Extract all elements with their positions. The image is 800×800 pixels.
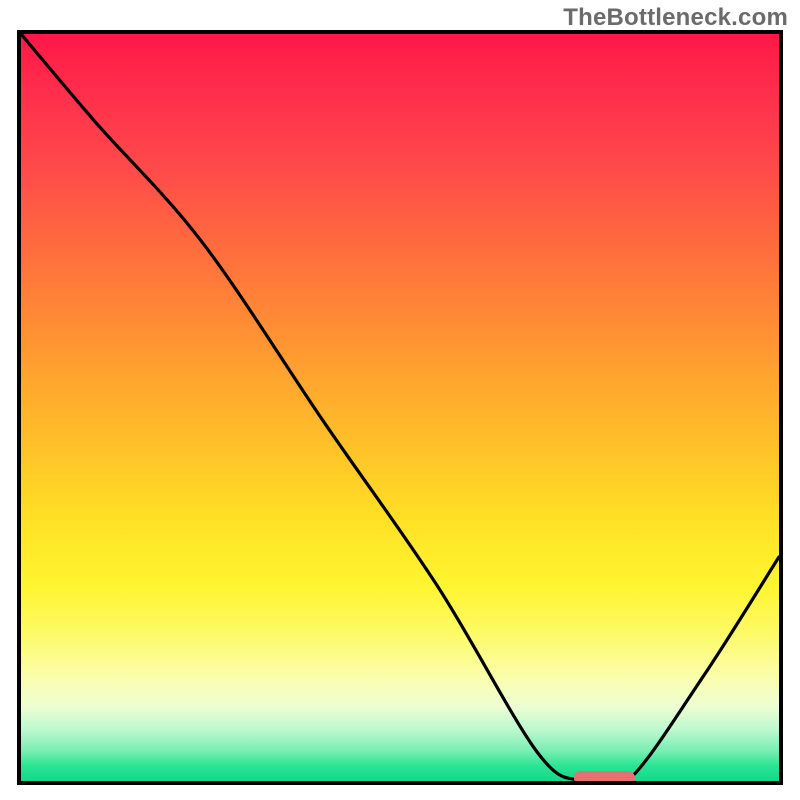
watermark-text: TheBottleneck.com [563, 4, 788, 32]
optimal-range-marker [574, 771, 635, 785]
bottleneck-curve [21, 34, 779, 781]
plot-area [17, 30, 783, 785]
chart-container: TheBottleneck.com [0, 0, 800, 800]
